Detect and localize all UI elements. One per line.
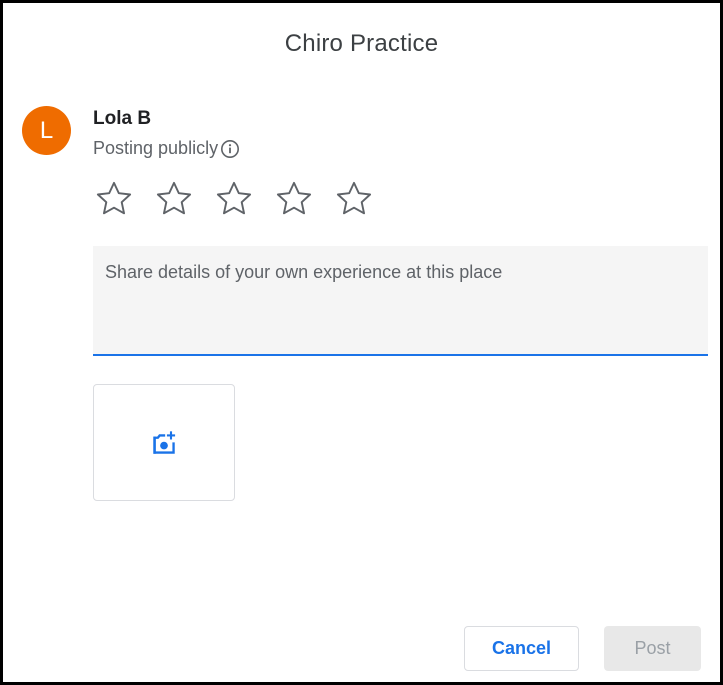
star-3-icon[interactable] xyxy=(213,178,255,220)
posting-label: Posting publicly xyxy=(93,138,219,158)
info-icon[interactable] xyxy=(220,139,240,159)
star-rating xyxy=(93,178,393,220)
add-photo-button[interactable] xyxy=(93,384,235,501)
star-5-icon[interactable] xyxy=(333,178,375,220)
posting-visibility: Posting publicly xyxy=(93,138,240,159)
dialog-title: Chiro Practice xyxy=(284,30,439,57)
post-button[interactable]: Post xyxy=(604,626,701,671)
review-dialog: Chiro Practice L Lola B Posting publicly xyxy=(0,0,723,685)
avatar: L xyxy=(22,106,71,155)
cancel-button[interactable]: Cancel xyxy=(464,626,579,671)
add-photo-icon xyxy=(150,429,178,457)
star-4-icon[interactable] xyxy=(273,178,315,220)
user-name: Lola B xyxy=(93,108,152,129)
star-2-icon[interactable] xyxy=(153,178,195,220)
star-1-icon[interactable] xyxy=(93,178,135,220)
review-textarea[interactable] xyxy=(93,246,708,356)
